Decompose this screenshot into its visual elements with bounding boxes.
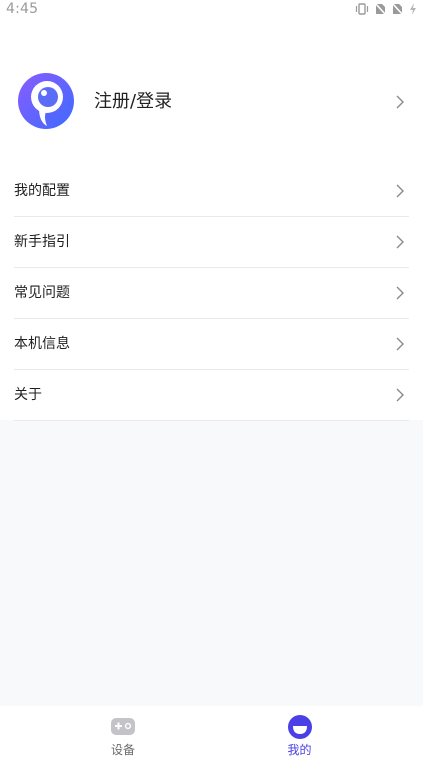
bottom-nav: 设备 我的	[0, 706, 423, 762]
menu-item-label: 新手指引	[14, 234, 70, 250]
chevron-right-icon	[395, 234, 405, 250]
chevron-right-icon	[395, 183, 405, 199]
chevron-right-icon	[395, 94, 405, 110]
menu-item-device-info[interactable]: 本机信息	[14, 319, 409, 370]
login-register-row[interactable]: 注册/登录	[0, 70, 423, 134]
charging-icon	[409, 3, 417, 15]
status-icons	[355, 3, 417, 15]
menu-item-my-config[interactable]: 我的配置	[14, 166, 409, 217]
no-sim-icon	[375, 3, 386, 15]
app-logo-icon	[17, 72, 75, 130]
tab-device-label: 设备	[110, 743, 135, 757]
menu-item-about[interactable]: 关于	[14, 370, 409, 421]
chevron-right-icon	[395, 387, 405, 403]
gamepad-icon	[110, 715, 136, 739]
tab-mine-label: 我的	[287, 743, 312, 757]
menu-item-label: 常见问题	[14, 285, 70, 301]
smile-icon	[287, 715, 313, 739]
menu-item-label: 我的配置	[14, 183, 70, 199]
status-time: 4:45	[6, 1, 39, 17]
profile-and-menu-section: 注册/登录 我的配置 新手指引 常见问题 本机信息 关于	[0, 18, 423, 421]
chevron-right-icon	[395, 336, 405, 352]
login-register-label: 注册/登录	[94, 91, 173, 112]
status-bar: 4:45	[0, 0, 423, 18]
menu-item-label: 本机信息	[14, 336, 70, 352]
tab-mine[interactable]: 我的	[212, 706, 423, 762]
menu-item-label: 关于	[14, 387, 42, 403]
menu-item-faq[interactable]: 常见问题	[14, 268, 409, 319]
menu-item-beginner-guide[interactable]: 新手指引	[14, 217, 409, 268]
vibrate-icon	[355, 3, 369, 15]
screen: 4:45 注册/登录 我的配置 新手指引 常见问题 本机信息 关于 设备 我的	[0, 0, 423, 762]
settings-menu: 我的配置 新手指引 常见问题 本机信息 关于	[0, 166, 423, 421]
chevron-right-icon	[395, 285, 405, 301]
tab-device[interactable]: 设备	[0, 706, 212, 762]
no-sim-icon	[392, 3, 403, 15]
